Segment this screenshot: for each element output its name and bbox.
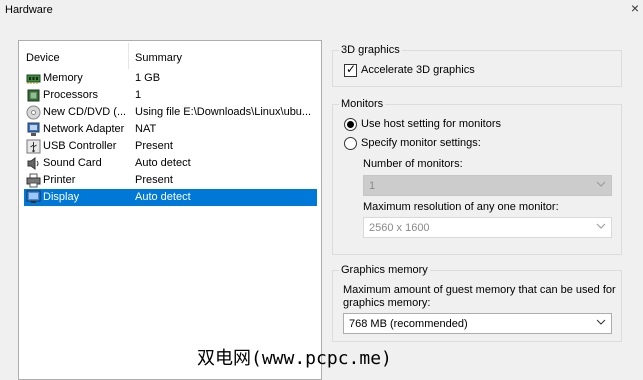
use-host-label[interactable]: Use host setting for monitors [361, 118, 501, 130]
select-value: 768 MB (recommended) [349, 318, 468, 330]
column-header-device[interactable]: Device [26, 52, 60, 64]
use-host-radio[interactable] [344, 118, 357, 131]
accelerate-3d-checkbox[interactable]: ✓ [344, 62, 357, 77]
group-monitors: Monitors Use host setting for monitors S… [332, 98, 622, 255]
cd-dvd-icon [26, 105, 41, 120]
specify-monitor-label[interactable]: Specify monitor settings: [361, 137, 481, 149]
group-graphics-memory: Graphics memory Maximum amount of guest … [332, 264, 622, 342]
number-of-monitors-select[interactable]: 1 [363, 175, 612, 196]
accelerate-3d-label[interactable]: Accelerate 3D graphics [361, 64, 475, 76]
device-summary: Auto detect [135, 191, 191, 203]
device-row-sound-card[interactable]: Sound Card Auto detect [24, 155, 317, 172]
watermark: 双电网(www.pcpc.me) [197, 348, 392, 369]
device-summary: Using file E:\Downloads\Linux\ubu... [135, 106, 312, 118]
specify-monitor-radio[interactable] [344, 137, 357, 150]
device-summary: NAT [135, 123, 157, 135]
device-row-cd-dvd[interactable]: New CD/DVD (... Using file E:\Downloads\… [24, 104, 317, 121]
memory-icon [26, 74, 41, 84]
checkmark-icon: ✓ [346, 62, 357, 76]
device-row-network-adapter[interactable]: Network Adapter NAT [24, 121, 317, 138]
close-icon[interactable]: × [631, 0, 639, 16]
group-legend-monitors: Monitors [339, 98, 386, 110]
radio-selected-dot [347, 121, 354, 128]
device-name: Memory [43, 72, 83, 84]
printer-icon [26, 173, 41, 188]
select-value: 2560 x 1600 [369, 222, 430, 234]
graphics-memory-select[interactable]: 768 MB (recommended) [343, 313, 612, 334]
device-name: Display [43, 191, 80, 203]
max-resolution-select[interactable]: 2560 x 1600 [363, 217, 612, 238]
processor-icon [27, 89, 40, 102]
number-of-monitors-label: Number of monitors: [363, 158, 463, 170]
device-name: Processors [43, 89, 99, 101]
device-list[interactable]: Device Summary Memory 1 GB Processors 1 … [18, 40, 322, 380]
device-name: New CD/DVD (... [43, 106, 127, 118]
device-name: Sound Card [43, 157, 102, 169]
device-row-processors[interactable]: Processors 1 [24, 87, 317, 104]
device-row-printer[interactable]: Printer Present [24, 172, 317, 189]
device-name: USB Controller [43, 140, 117, 152]
chevron-down-icon [596, 319, 606, 325]
window-title: Hardware [5, 4, 53, 16]
device-summary: Present [135, 174, 173, 186]
column-header-summary[interactable]: Summary [135, 52, 182, 64]
group-legend-graphics-memory: Graphics memory [339, 264, 430, 276]
graphics-memory-description: Maximum amount of guest memory that can … [343, 284, 616, 309]
device-name: Network Adapter [43, 123, 125, 135]
display-icon [26, 190, 41, 203]
chevron-down-icon [596, 181, 606, 187]
group-legend-3d-graphics: 3D graphics [339, 44, 402, 56]
chevron-down-icon [596, 223, 606, 229]
sound-icon [27, 157, 39, 170]
device-summary: 1 GB [135, 72, 161, 84]
group-3d-graphics: 3D graphics ✓ Accelerate 3D graphics [332, 44, 622, 87]
device-row-display[interactable]: Display Auto detect [24, 189, 317, 206]
select-value: 1 [369, 180, 376, 192]
column-divider [128, 43, 129, 69]
usb-icon [26, 139, 41, 154]
max-resolution-label: Maximum resolution of any one monitor: [363, 201, 559, 213]
device-summary: Present [135, 140, 173, 152]
network-icon [27, 122, 40, 136]
device-summary: 1 [135, 89, 142, 101]
device-row-usb-controller[interactable]: USB Controller Present [24, 138, 317, 155]
device-summary: Auto detect [135, 157, 191, 169]
device-row-memory[interactable]: Memory 1 GB [24, 70, 317, 87]
device-name: Printer [43, 174, 76, 186]
list-header: Device Summary [19, 41, 321, 69]
